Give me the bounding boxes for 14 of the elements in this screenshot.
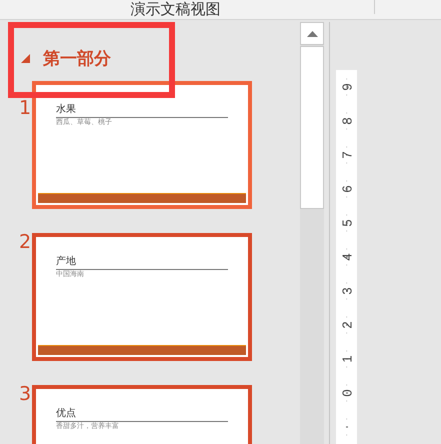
slide-title: 优点 — [56, 408, 228, 422]
up-arrow-icon — [306, 30, 318, 36]
slide-number: 1 — [18, 99, 32, 117]
slide-title: 产地 — [56, 256, 228, 270]
view-title: 演示文稿视图 — [130, 0, 220, 19]
slide-title: 水果 — [56, 104, 228, 118]
slide-number: 2 — [18, 233, 32, 251]
slide-number: 3 — [18, 385, 32, 403]
scroll-up-button[interactable] — [300, 22, 324, 45]
scroll-thumb[interactable] — [300, 46, 324, 209]
section-title[interactable]: 第一部分 — [43, 46, 111, 70]
collapse-triangle-icon[interactable] — [21, 54, 30, 62]
vertical-ruler: 9 8 7 6 5 4 3 2 1 0 — [336, 70, 357, 444]
scrollbar[interactable] — [300, 22, 324, 444]
